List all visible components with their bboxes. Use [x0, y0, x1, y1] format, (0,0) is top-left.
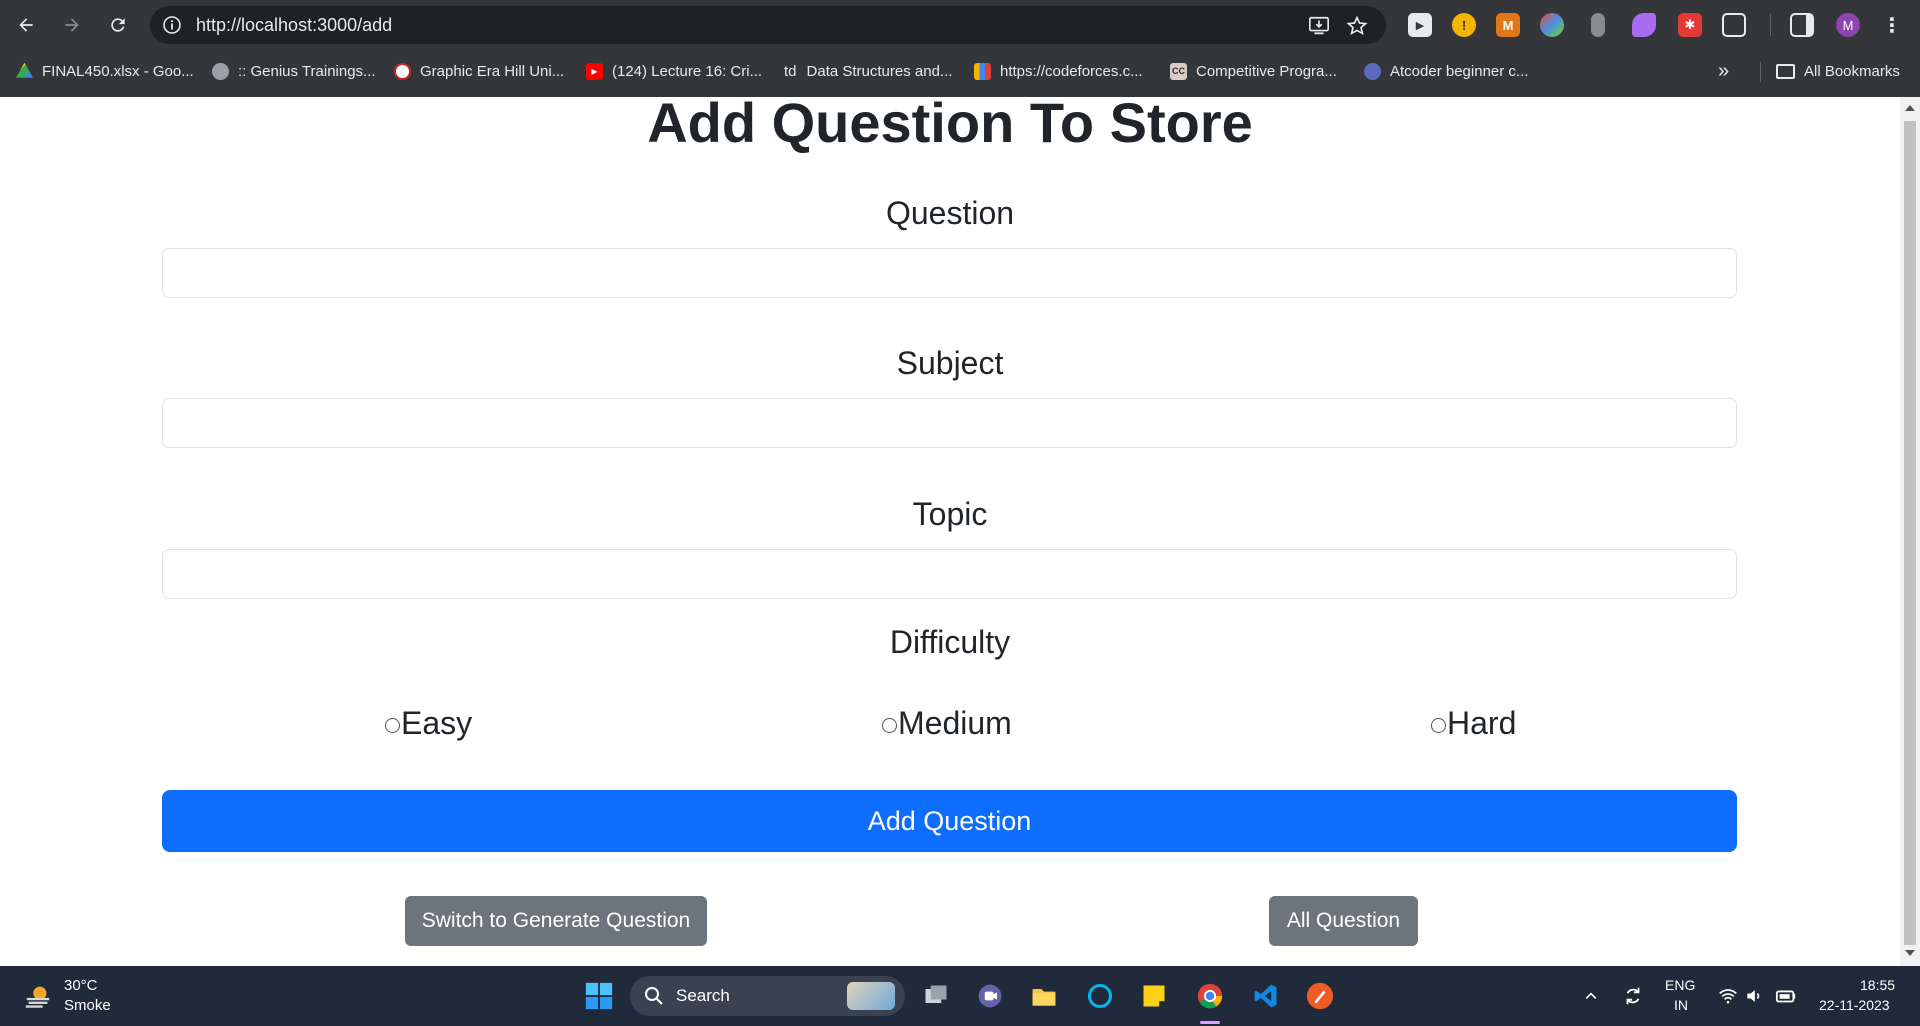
folder-icon	[1776, 63, 1795, 79]
switch-to-generate-button[interactable]: Switch to Generate Question	[405, 896, 707, 946]
globe-icon	[212, 62, 229, 80]
bookmarks-divider	[1760, 62, 1761, 82]
bookmark-item[interactable]: FINAL450.xlsx - Goo...	[16, 60, 194, 82]
weather-description: Smoke	[64, 997, 111, 1014]
bookmark-item[interactable]: :: Genius Trainings...	[212, 60, 376, 82]
forward-icon[interactable]	[56, 9, 88, 41]
subject-label: Subject	[896, 345, 1004, 381]
site-info-icon[interactable]	[162, 15, 182, 35]
browser-chrome: http://localhost:3000/add ▶ ! M ✱ M ⋮ FI…	[0, 0, 1920, 97]
difficulty-option-medium[interactable]: Medium	[882, 705, 1012, 742]
extension-info-icon[interactable]: !	[1452, 13, 1476, 37]
bookmark-item[interactable]: CC Competitive Progra...	[1170, 60, 1337, 82]
subject-input[interactable]	[162, 398, 1737, 448]
postman-icon[interactable]	[1304, 980, 1336, 1012]
radio-easy[interactable]	[385, 717, 400, 733]
bookmark-item[interactable]: Graphic Era Hill Uni...	[394, 60, 564, 82]
page-title: Add Question To Store	[647, 97, 1253, 154]
bookmark-item[interactable]: https://codeforces.c...	[974, 60, 1143, 82]
radio-medium[interactable]	[882, 717, 897, 733]
task-view-icon[interactable]	[920, 980, 952, 1012]
profile-avatar[interactable]: M	[1836, 13, 1860, 37]
bookmark-item[interactable]: td Data Structures and...	[784, 60, 952, 82]
atcoder-icon	[1364, 62, 1381, 80]
install-app-icon[interactable]	[1308, 15, 1330, 37]
windows-taskbar: 30°C Smoke Search ENG IN 18:55 22-11-202…	[0, 966, 1920, 1026]
teams-chat-icon[interactable]	[974, 980, 1006, 1012]
battery-icon[interactable]	[1770, 980, 1802, 1012]
extension-metamask-icon[interactable]: M	[1496, 13, 1520, 37]
extension-red-icon[interactable]: ✱	[1678, 13, 1702, 37]
scroll-up-icon[interactable]	[1905, 105, 1915, 111]
language-region: IN	[1674, 997, 1688, 1013]
all-question-button[interactable]: All Question	[1269, 896, 1418, 946]
browser-toolbar: http://localhost:3000/add ▶ ! M ✱ M ⋮	[0, 0, 1920, 50]
active-app-indicator	[1200, 1021, 1220, 1024]
difficulty-option-easy[interactable]: Easy	[385, 705, 472, 742]
clock-time[interactable]: 18:55	[1860, 977, 1895, 993]
td-logo-icon: td	[784, 62, 797, 80]
bookmark-item[interactable]: ▶ (124) Lecture 16: Cri...	[586, 60, 762, 82]
topic-label: Topic	[912, 496, 988, 532]
university-logo-icon	[394, 62, 411, 80]
bookmark-star-icon[interactable]	[1346, 15, 1368, 37]
scrollbar-thumb[interactable]	[1904, 121, 1916, 945]
question-label: Question	[885, 195, 1015, 231]
topic-input[interactable]	[162, 549, 1737, 599]
file-explorer-icon[interactable]	[1028, 980, 1060, 1012]
sync-icon[interactable]	[1617, 980, 1649, 1012]
difficulty-label: Difficulty	[889, 624, 1011, 660]
add-question-button[interactable]: Add Question	[162, 790, 1737, 852]
page-content: Add Question To Store Question Subject T…	[0, 97, 1900, 966]
cortana-icon[interactable]	[1084, 980, 1116, 1012]
language-indicator[interactable]: ENG	[1665, 977, 1695, 993]
extension-bulb-icon[interactable]	[1591, 13, 1605, 37]
bookmark-item[interactable]: Atcoder beginner c...	[1364, 60, 1528, 82]
all-bookmarks-button[interactable]: All Bookmarks	[1776, 60, 1900, 82]
taskbar-search[interactable]: Search	[630, 976, 905, 1016]
volume-icon[interactable]	[1738, 980, 1770, 1012]
address-bar[interactable]: http://localhost:3000/add	[150, 6, 1386, 44]
windows-start-icon[interactable]	[583, 980, 615, 1012]
youtube-icon: ▶	[586, 62, 603, 80]
vscode-icon[interactable]	[1250, 980, 1282, 1012]
chrome-icon[interactable]	[1194, 980, 1226, 1012]
sticky-notes-icon[interactable]	[1138, 980, 1170, 1012]
search-highlight-icon	[847, 982, 895, 1010]
codeforces-icon	[974, 62, 991, 80]
show-hidden-icons-chevron-icon[interactable]	[1575, 980, 1607, 1012]
page-scrollbar[interactable]	[1900, 97, 1920, 966]
weather-temperature: 30°C	[64, 977, 98, 994]
bookmarks-bar: FINAL450.xlsx - Goo... :: Genius Trainin…	[0, 56, 1920, 86]
extension-purple-icon[interactable]	[1632, 13, 1656, 37]
toolbar-divider	[1770, 14, 1771, 36]
back-icon[interactable]	[10, 9, 42, 41]
reload-icon[interactable]	[102, 9, 134, 41]
extension-media-icon[interactable]: ▶	[1408, 13, 1432, 37]
side-panel-icon[interactable]	[1790, 13, 1814, 37]
url-text[interactable]: http://localhost:3000/add	[196, 15, 392, 36]
question-input[interactable]	[162, 248, 1737, 298]
clock-date: 22-11-2023	[1819, 997, 1890, 1013]
more-bookmarks-icon[interactable]: »	[1718, 60, 1729, 82]
extension-color-icon[interactable]	[1540, 13, 1564, 37]
cc-icon: CC	[1170, 62, 1187, 80]
scroll-down-icon[interactable]	[1905, 950, 1915, 956]
search-icon	[645, 987, 663, 1005]
browser-menu-icon[interactable]: ⋮	[1880, 13, 1904, 37]
weather-icon[interactable]	[22, 980, 54, 1012]
difficulty-option-hard[interactable]: Hard	[1431, 705, 1516, 742]
extensions-puzzle-icon[interactable]	[1722, 13, 1746, 37]
drive-icon	[16, 62, 33, 78]
radio-hard[interactable]	[1431, 717, 1446, 733]
